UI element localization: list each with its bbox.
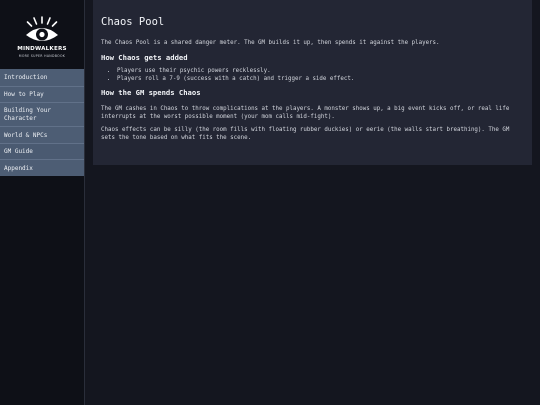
section-heading-gm-spends: How the GM spends Chaos bbox=[101, 88, 201, 97]
nav-item-how-to-play[interactable]: How to Play bbox=[0, 85, 84, 103]
nav-item-world-npcs[interactable]: World & NPCs bbox=[0, 126, 84, 143]
intro-paragraph: The Chaos Pool is a shared danger meter.… bbox=[101, 40, 440, 46]
article-panel: Chaos Pool The Chaos Pool is a shared da… bbox=[93, 0, 532, 165]
logo-title: MINDWALKERS bbox=[17, 46, 67, 52]
nav-item-gm-guide[interactable]: GM Guide bbox=[0, 142, 84, 159]
sidebar-nav: Introduction How to Play Building Your C… bbox=[0, 69, 84, 176]
logo-subtitle: MORE SUPER HANDBOOK bbox=[18, 54, 66, 58]
section-heading-chaos-added: How Chaos gets added bbox=[101, 53, 188, 62]
nav-item-building-your-character[interactable]: Building Your Character bbox=[0, 102, 84, 126]
chaos-effects-paragraph: Chaos effects can be silly (the room fil… bbox=[101, 127, 510, 141]
list-item: Players roll a 7-9 (success with a catch… bbox=[117, 75, 524, 83]
chaos-added-list: Players use their psychic powers reckles… bbox=[101, 67, 524, 83]
nav-item-appendix[interactable]: Appendix bbox=[0, 159, 84, 176]
logo[interactable]: MINDWALKERS MORE SUPER HANDBOOK bbox=[0, 0, 84, 69]
nav-item-introduction[interactable]: Introduction bbox=[0, 69, 84, 86]
sidebar: MINDWALKERS MORE SUPER HANDBOOK Introduc… bbox=[0, 0, 85, 405]
list-item: Players use their psychic powers reckles… bbox=[117, 67, 524, 75]
eye-logo-icon bbox=[26, 16, 58, 41]
page-title: Chaos Pool bbox=[101, 16, 165, 28]
gm-spends-paragraph: The GM cashes in Chaos to throw complica… bbox=[101, 106, 510, 120]
